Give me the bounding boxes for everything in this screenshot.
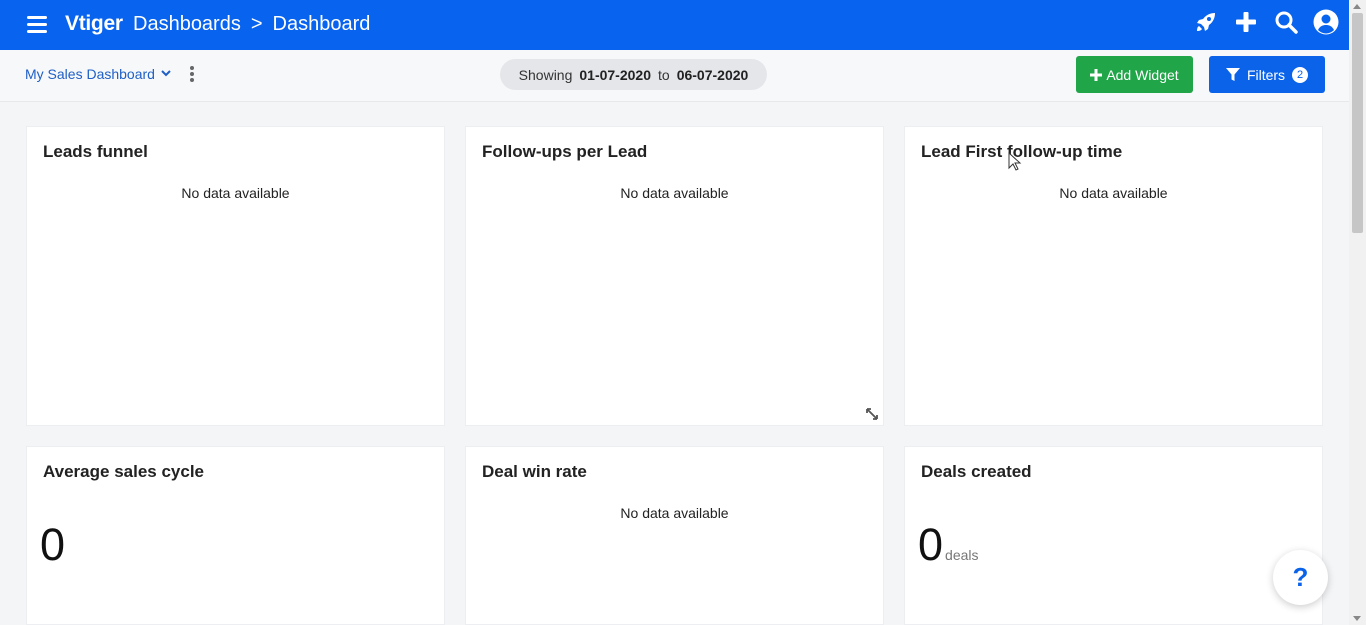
add-widget-button[interactable]: Add Widget [1076,56,1193,93]
metric-value: 0 [918,519,944,570]
breadcrumb-separator: > [250,13,263,35]
metric-value: 0 [40,519,66,570]
app-brand[interactable]: Vtiger [65,12,123,36]
filters-count-badge: 2 [1292,66,1309,83]
help-button[interactable]: ? [1273,550,1328,605]
more-options-icon[interactable] [188,66,196,82]
rocket-icon[interactable] [1193,8,1219,36]
breadcrumb-page: Dashboard [272,13,371,35]
widget-title: Average sales cycle [43,462,204,481]
top-actions [1193,8,1339,36]
dashboard-selector[interactable]: My Sales Dashboard [25,66,171,82]
filters-button[interactable]: Filters 2 [1209,56,1325,93]
add-widget-label: Add Widget [1106,66,1179,83]
breadcrumb: Dashboards > Dashboard [133,13,370,36]
search-icon[interactable] [1273,8,1299,36]
scrollbar-thumb[interactable] [1352,13,1363,233]
widget-title: Follow-ups per Lead [482,142,648,161]
no-data-message: No data available [1059,185,1168,201]
menu-icon[interactable] [27,16,47,34]
widget-deal-win-rate: Deal win rate No data available [465,446,884,625]
top-navbar: Vtiger Dashboards > Dashboard [0,0,1349,50]
widget-follow-ups-per-lead: Follow-ups per Lead No data available [465,126,884,426]
chevron-down-icon [161,70,171,77]
breadcrumb-module[interactable]: Dashboards [133,13,241,36]
plus-icon [1090,68,1103,81]
plus-icon[interactable] [1233,8,1259,36]
showing-label: Showing [518,66,573,83]
scroll-up-icon[interactable] [1353,4,1361,9]
scroll-down-icon[interactable] [1353,616,1361,621]
to-label: to [658,66,670,83]
date-range-display[interactable]: Showing 01-07-2020 to 06-07-2020 [500,59,767,90]
dashboard-name: My Sales Dashboard [25,66,155,82]
dashboard-toolbar: My Sales Dashboard Showing 01-07-2020 to… [0,50,1349,102]
widget-lead-first-follow-up-time: Lead First follow-up time No data availa… [904,126,1323,426]
no-data-message: No data available [620,505,729,521]
user-icon[interactable] [1313,8,1339,36]
widget-title: Deal win rate [482,462,587,481]
mouse-cursor-icon [1008,152,1022,171]
widget-average-sales-cycle: Average sales cycle 0 [26,446,445,625]
metric-value-wrap: 0 deals [918,519,979,571]
widget-deals-created: Deals created 0 deals [904,446,1323,625]
filter-icon [1225,67,1240,81]
no-data-message: No data available [620,185,729,201]
widget-title: Deals created [921,462,1032,481]
metric-unit: deals [945,547,979,563]
page-scrollbar[interactable] [1349,0,1366,625]
no-data-message: No data available [181,185,290,201]
resize-icon[interactable] [865,407,879,421]
widget-leads-funnel: Leads funnel No data available [26,126,445,426]
filters-label: Filters [1246,66,1286,83]
date-from: 01-07-2020 [579,66,651,83]
widget-title: Leads funnel [43,142,148,161]
date-to: 06-07-2020 [676,66,749,83]
